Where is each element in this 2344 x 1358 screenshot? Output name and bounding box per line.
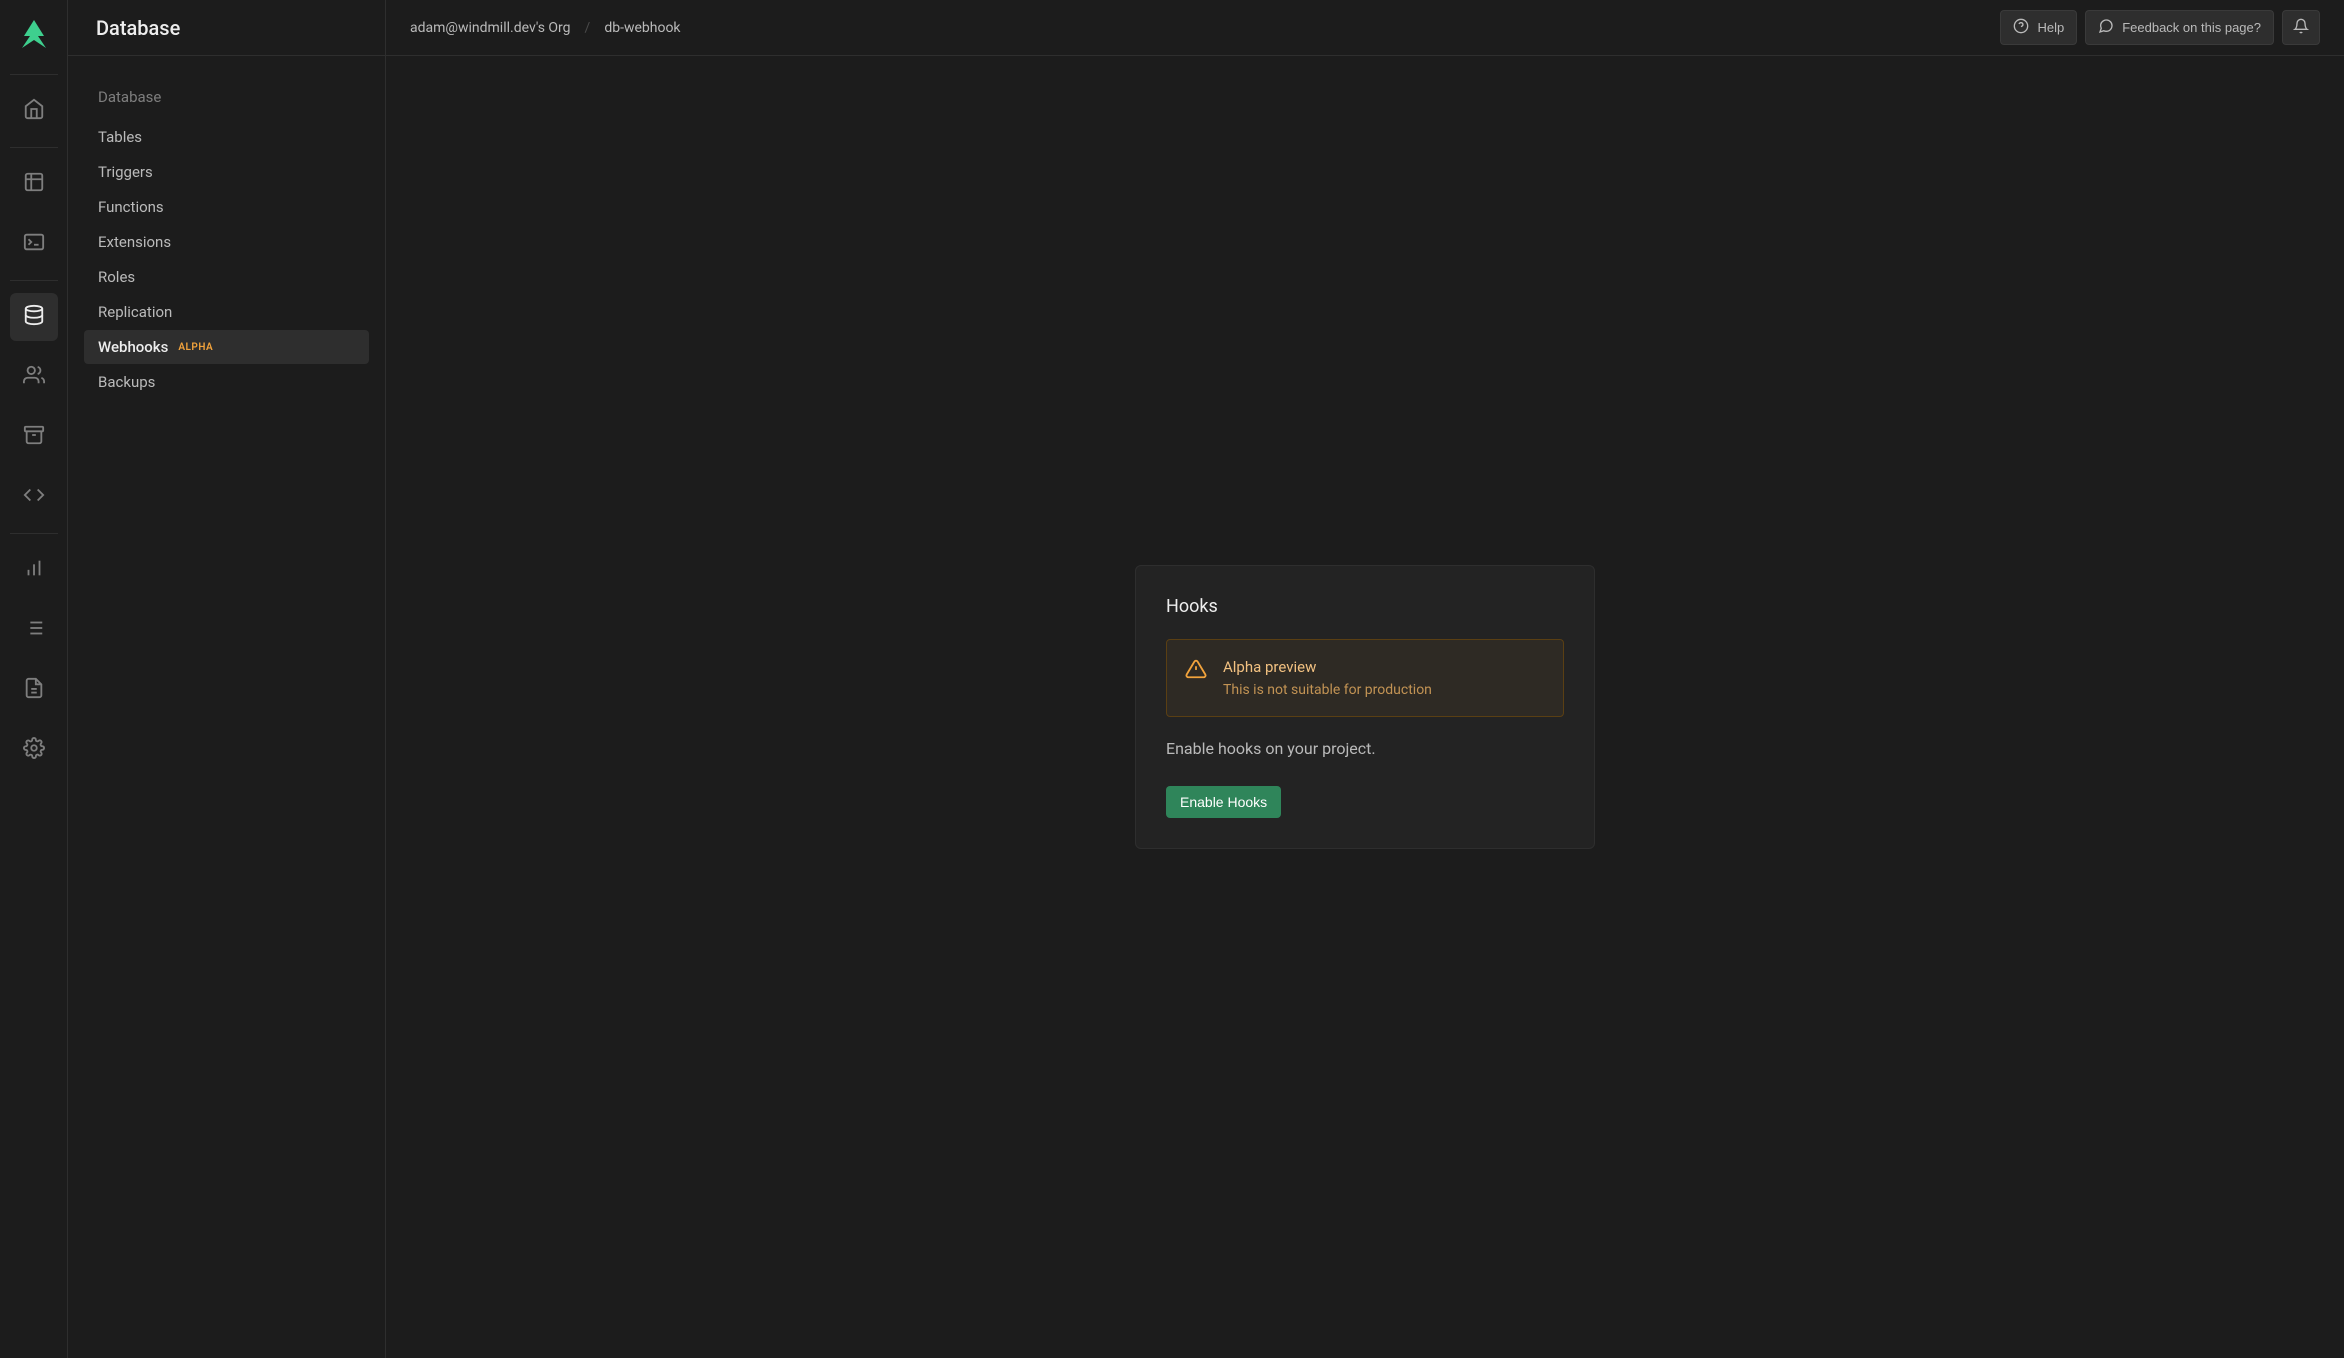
sidebar-item-label: Webhooks (98, 338, 168, 356)
breadcrumb-org[interactable]: adam@windmill.dev's Org (410, 20, 571, 36)
rail-divider (10, 280, 58, 281)
sidebar-item-label: Tables (98, 128, 142, 146)
sidebar-title: Database (96, 16, 180, 40)
warning-icon (1185, 658, 1207, 684)
sidebar-item-label: Backups (98, 373, 155, 391)
sidebar-item-webhooks[interactable]: Webhooks ALPHA (84, 330, 369, 364)
alpha-badge: ALPHA (178, 342, 213, 353)
rail-settings[interactable] (10, 726, 58, 774)
card-title: Hooks (1166, 596, 1564, 617)
rail-api-docs[interactable] (10, 666, 58, 714)
rail-reports[interactable] (10, 546, 58, 594)
sidebar-header: Database (68, 0, 385, 56)
rail-table-editor[interactable] (10, 160, 58, 208)
enable-hooks-button[interactable]: Enable Hooks (1166, 786, 1281, 818)
sidebar: Database Database Tables Triggers Functi… (68, 0, 386, 1358)
code-icon (23, 484, 45, 510)
message-icon (2098, 18, 2114, 37)
sidebar-item-label: Extensions (98, 233, 171, 251)
rail-divider (10, 74, 58, 75)
feedback-label: Feedback on this page? (2122, 20, 2261, 35)
rail-storage[interactable] (10, 413, 58, 461)
archive-icon (23, 424, 45, 450)
sidebar-item-label: Functions (98, 198, 164, 216)
help-button[interactable]: Help (2000, 10, 2077, 45)
gear-icon (23, 737, 45, 763)
database-icon (23, 304, 45, 330)
bar-chart-icon (23, 557, 45, 583)
home-icon (23, 98, 45, 124)
notifications-button[interactable] (2282, 10, 2320, 45)
sidebar-item-backups[interactable]: Backups (84, 365, 369, 399)
sidebar-item-label: Roles (98, 268, 135, 286)
file-icon (23, 677, 45, 703)
sidebar-item-replication[interactable]: Replication (84, 295, 369, 329)
alert-content: Alpha preview This is not suitable for p… (1223, 658, 1432, 698)
sidebar-item-label: Replication (98, 303, 172, 321)
sidebar-item-triggers[interactable]: Triggers (84, 155, 369, 189)
sidebar-item-label: Triggers (98, 163, 153, 181)
users-icon (23, 364, 45, 390)
sidebar-item-extensions[interactable]: Extensions (84, 225, 369, 259)
sidebar-item-roles[interactable]: Roles (84, 260, 369, 294)
rail-edge-functions[interactable] (10, 473, 58, 521)
rail-home[interactable] (10, 87, 58, 135)
feedback-button[interactable]: Feedback on this page? (2085, 10, 2274, 45)
rail-divider (10, 147, 58, 148)
rail-sql-editor[interactable] (10, 220, 58, 268)
sidebar-content: Database Tables Triggers Functions Exten… (68, 56, 385, 424)
rail-database[interactable] (10, 293, 58, 341)
topbar: adam@windmill.dev's Org / db-webhook Hel… (386, 0, 2344, 56)
icon-rail (0, 0, 68, 1358)
topbar-actions: Help Feedback on this page? (2000, 10, 2320, 45)
content: Hooks Alpha preview This is not suitable… (386, 56, 2344, 1358)
alpha-preview-alert: Alpha preview This is not suitable for p… (1166, 639, 1564, 717)
sidebar-item-tables[interactable]: Tables (84, 120, 369, 154)
breadcrumb: adam@windmill.dev's Org / db-webhook (410, 20, 681, 36)
help-label: Help (2037, 20, 2064, 35)
breadcrumb-separator: / (585, 20, 591, 36)
sidebar-section-label: Database (84, 80, 369, 114)
alert-title: Alpha preview (1223, 658, 1432, 676)
alert-description: This is not suitable for production (1223, 682, 1432, 698)
rail-logs[interactable] (10, 606, 58, 654)
help-icon (2013, 18, 2029, 37)
bell-icon (2293, 18, 2309, 37)
rail-divider (10, 533, 58, 534)
card-description: Enable hooks on your project. (1166, 739, 1564, 758)
logo[interactable] (18, 18, 50, 50)
breadcrumb-project[interactable]: db-webhook (604, 20, 680, 36)
list-icon (23, 617, 45, 643)
table-icon (23, 171, 45, 197)
sidebar-item-functions[interactable]: Functions (84, 190, 369, 224)
hooks-card: Hooks Alpha preview This is not suitable… (1135, 565, 1595, 849)
terminal-icon (23, 231, 45, 257)
main: adam@windmill.dev's Org / db-webhook Hel… (386, 0, 2344, 1358)
rail-auth[interactable] (10, 353, 58, 401)
